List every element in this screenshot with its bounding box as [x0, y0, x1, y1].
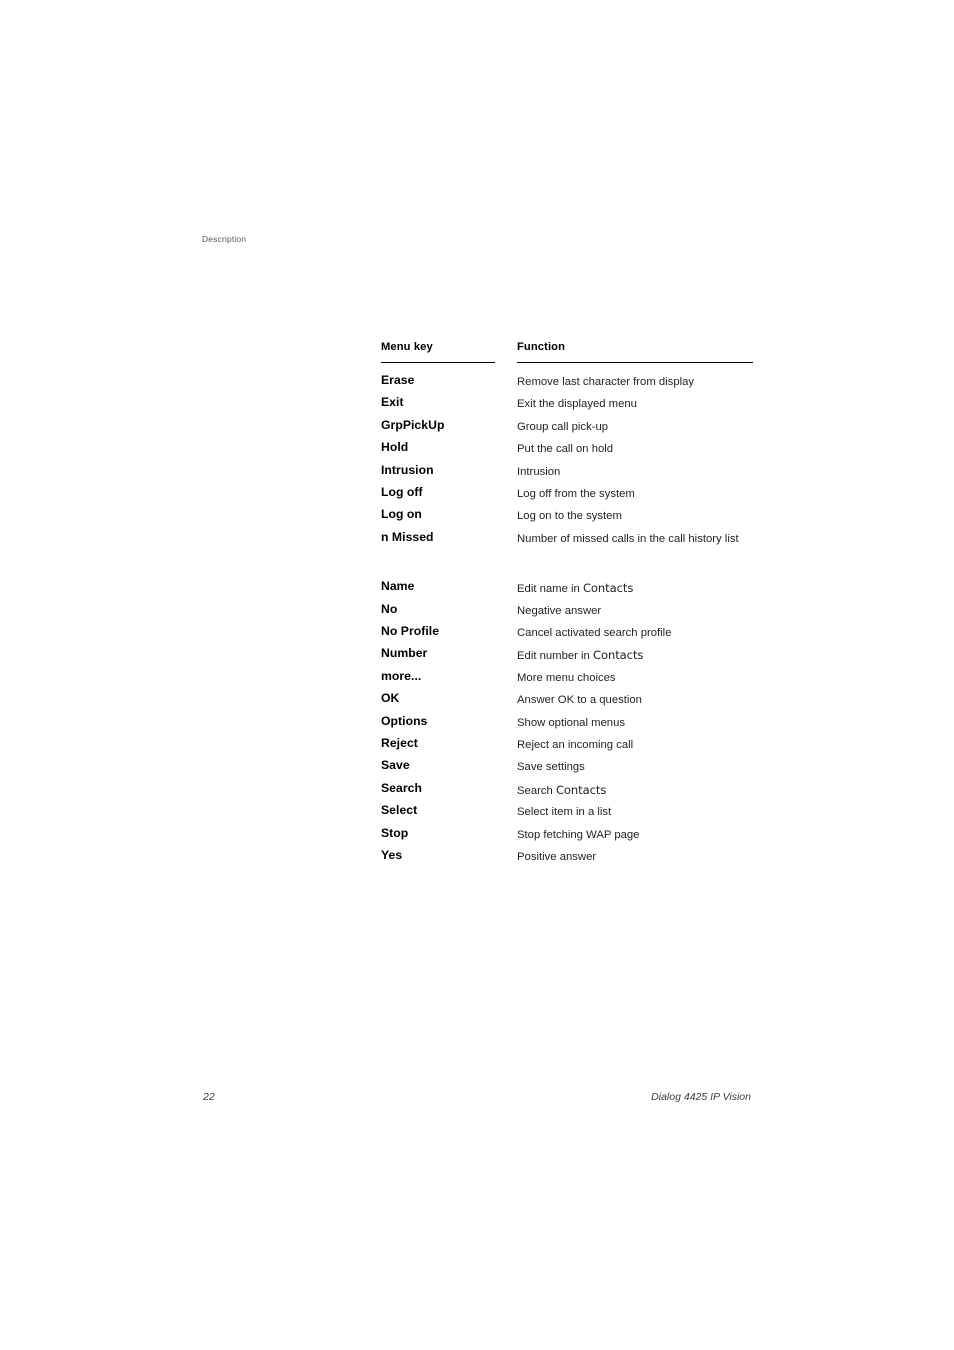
function-text: Exit the displayed menu: [517, 398, 637, 411]
table-row: No Negative answer: [381, 602, 753, 624]
function-text: Show optional menus: [517, 716, 626, 729]
table-row: Intrusion Intrusion: [381, 463, 753, 485]
menu-key-cell: Save: [381, 758, 410, 773]
menu-key-cell: n Missed: [381, 529, 434, 544]
function-cell: Search Contacts: [517, 783, 749, 799]
table-row: Name Edit name in Contacts: [381, 579, 753, 601]
function-text: Edit number in: [517, 650, 593, 663]
menu-key-cell: Reject: [381, 735, 418, 750]
function-text: Edit name in: [517, 583, 583, 596]
menu-key-cell: Stop: [381, 825, 409, 840]
menu-key-cell: Intrusion: [381, 462, 434, 477]
menu-key-cell: Erase: [381, 373, 415, 387]
table-body: Erase Remove last character from display E…: [381, 371, 753, 870]
menu-key-cell: Hold: [381, 440, 409, 455]
function-text: Intrusion: [517, 465, 561, 478]
table-row: n Missed Number of missed calls in the ca…: [381, 530, 753, 567]
function-cell: Reject an incoming call: [517, 738, 749, 753]
function-text: Group call pick-up: [517, 420, 609, 433]
header-rules: [381, 362, 753, 371]
footer-document-title: Dialog 4425 IP Vision: [651, 1091, 751, 1103]
function-text: Number of missed calls in the call histo…: [517, 532, 739, 545]
function-cell: Cancel activated search profile: [517, 626, 749, 641]
function-text: Answer OK to a question: [517, 694, 642, 707]
function-text: Save settings: [517, 761, 585, 774]
column-header-menu-key: Menu key: [381, 341, 433, 353]
table-row: Save Save settings: [381, 758, 753, 780]
function-cell: Answer OK to a question: [517, 693, 749, 708]
function-cell: Number of missed calls in the call histo…: [517, 532, 749, 547]
function-text: Positive answer: [517, 850, 597, 863]
table-row: Reject Reject an incoming call: [381, 736, 753, 758]
function-text: Remove last character from display: [517, 376, 695, 388]
table-row: Erase Remove last character from display: [381, 373, 753, 395]
column-header-function: Function: [517, 341, 566, 353]
menu-key-cell: OK: [381, 691, 400, 706]
menu-key-cell: Search: [381, 780, 422, 795]
function-text: Cancel activated search profile: [517, 627, 672, 640]
document-page: Description Menu key Function Erase Remov…: [0, 0, 954, 1350]
function-cell: Negative answer: [517, 604, 749, 619]
header-rule-menu-key: [381, 362, 495, 364]
table-row: Select Select item in a list: [381, 803, 753, 825]
function-text: Stop fetching WAP page: [517, 828, 640, 841]
menu-key-cell: more...: [381, 668, 422, 683]
table-row: OK Answer OK to a question: [381, 691, 753, 713]
function-text: Search: [517, 784, 556, 797]
function-cell: Select item in a list: [517, 805, 749, 820]
function-cell: Edit name in Contacts: [517, 581, 749, 597]
function-text: Negative answer: [517, 604, 602, 617]
table-row: Number Edit number in Contacts: [381, 646, 753, 668]
function-text: Log off from the system: [517, 487, 635, 500]
function-text: Log on to the system: [517, 510, 622, 523]
table-row: GrpPickUp Group call pick-up: [381, 418, 753, 440]
function-cell: Stop fetching WAP page: [517, 828, 749, 843]
function-cell: Remove last character from display: [517, 375, 749, 390]
function-cell: Exit the displayed menu: [517, 397, 749, 412]
table-row: Hold Put the call on hold: [381, 440, 753, 462]
table-row: Stop Stop fetching WAP page: [381, 826, 753, 848]
function-text: Reject an incoming call: [517, 738, 634, 751]
function-cell: Show optional menus: [517, 716, 749, 731]
table-row: No Profile Cancel activated search profil…: [381, 624, 753, 646]
menu-key-function-table: Menu key Function Erase Remove last chara…: [381, 341, 753, 870]
function-cell: Log off from the system: [517, 487, 749, 502]
table-row: more... More menu choices: [381, 669, 753, 691]
function-cell: Positive answer: [517, 850, 749, 865]
table-header-row: Menu key Function: [381, 341, 753, 362]
menu-key-cell: Exit: [381, 395, 404, 410]
ui-term-text: Contacts: [592, 648, 644, 663]
function-cell: Intrusion: [517, 465, 749, 480]
menu-key-cell: Log off: [381, 484, 423, 499]
function-cell: Log on to the system: [517, 509, 749, 524]
table-row: Search Search Contacts: [381, 781, 753, 803]
menu-key-cell: Number: [381, 646, 428, 661]
table-row: Options Show optional menus: [381, 714, 753, 736]
ui-term-text: Contacts: [582, 581, 634, 596]
function-cell: Group call pick-up: [517, 420, 749, 435]
function-cell: More menu choices: [517, 671, 749, 686]
table-row: Yes Positive answer: [381, 848, 753, 870]
menu-key-cell: Name: [381, 579, 415, 594]
table-row: Log on Log on to the system: [381, 507, 753, 529]
menu-key-cell: No Profile: [381, 624, 440, 639]
ui-term-text: Contacts: [555, 782, 607, 797]
header-rule-function: [517, 362, 753, 364]
menu-key-cell: GrpPickUp: [381, 417, 445, 432]
function-text: Put the call on hold: [517, 443, 614, 456]
running-head: Description: [202, 234, 247, 244]
function-cell: Put the call on hold: [517, 442, 749, 457]
menu-key-cell: Select: [381, 803, 418, 818]
table-row: Log off Log off from the system: [381, 485, 753, 507]
function-cell: Save settings: [517, 760, 749, 775]
menu-key-cell: Options: [381, 713, 428, 728]
menu-key-cell: No: [381, 601, 398, 616]
table-row: Exit Exit the displayed menu: [381, 395, 753, 417]
menu-key-cell: Yes: [381, 847, 403, 862]
function-text: More menu choices: [517, 671, 616, 684]
menu-key-cell: Log on: [381, 507, 422, 522]
function-cell: Edit number in Contacts: [517, 648, 749, 664]
function-text: Select item in a list: [517, 806, 612, 819]
